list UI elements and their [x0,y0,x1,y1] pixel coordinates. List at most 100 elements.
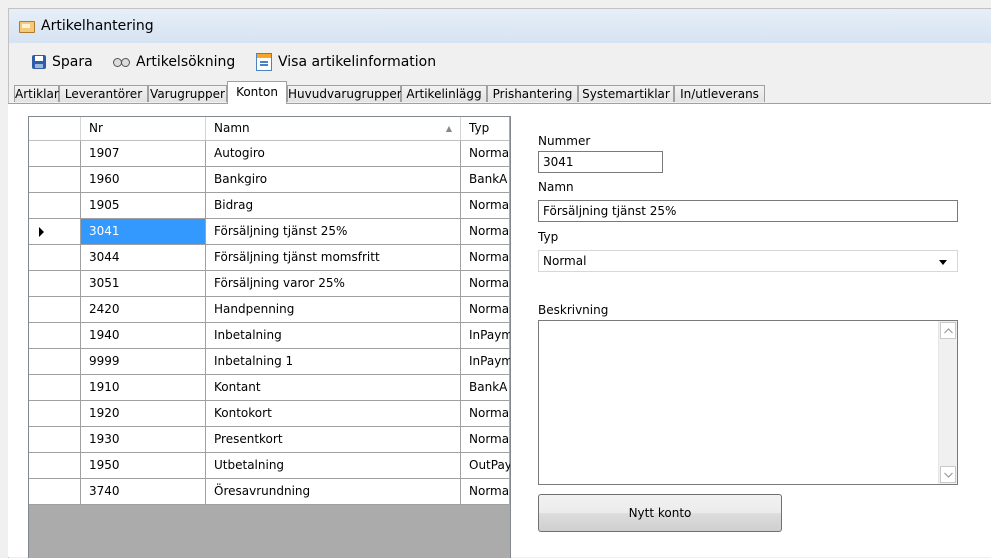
scroll-down-button[interactable] [940,466,956,483]
cell-namn[interactable]: Inbetalning [206,323,461,348]
cell-namn[interactable]: Kontant [206,375,461,400]
table-row[interactable]: 1930 Presentkort Normal [29,427,510,453]
namn-field[interactable] [538,200,958,222]
save-button[interactable]: Spara [32,52,93,72]
tab-artiklar[interactable]: Artiklar [14,85,59,102]
cell-nr[interactable]: 1905 [81,193,206,218]
row-header-cell[interactable] [29,219,81,244]
column-header-namn[interactable]: Namn ▲ [206,117,461,140]
cell-nr[interactable]: 2420 [81,297,206,322]
cell-nr[interactable]: 1920 [81,401,206,426]
cell-namn[interactable]: Handpenning [206,297,461,322]
cell-nr[interactable]: 9999 [81,349,206,374]
cell-nr[interactable]: 3051 [81,271,206,296]
row-header-cell[interactable] [29,479,81,504]
column-header-nr[interactable]: Nr [81,117,206,140]
cell-nr[interactable]: 1907 [81,141,206,166]
namn-label: Namn [538,180,574,194]
cell-namn[interactable]: Utbetalning [206,453,461,478]
article-search-button[interactable]: Artikelsökning [112,52,235,72]
cell-namn[interactable]: Presentkort [206,427,461,452]
cell-typ[interactable]: Normal [461,479,510,504]
description-scrollbar[interactable] [938,321,957,484]
cell-namn[interactable]: Inbetalning 1 [206,349,461,374]
cell-typ[interactable]: Normal [461,245,510,270]
table-row[interactable]: 1960 Bankgiro BankA [29,167,509,193]
tab-konton[interactable]: Konton [227,81,287,104]
cell-nr[interactable]: 1930 [81,427,206,452]
cell-typ[interactable]: Normal [461,271,510,296]
table-row[interactable]: 1910 Kontant BankA [29,375,509,401]
table-row[interactable]: 1940 Inbetalning InPaym [29,323,510,349]
row-header-cell[interactable] [29,349,81,374]
row-header-cell[interactable] [29,193,81,218]
cell-typ[interactable]: Normal [461,193,510,218]
tab-varugrupper[interactable]: Varugrupper [148,85,227,102]
cell-typ[interactable]: Normal [461,427,510,452]
cell-namn[interactable]: Bidrag [206,193,461,218]
show-article-info-button[interactable]: Visa artikelinformation [256,52,436,72]
cell-typ[interactable]: OutPay [461,453,510,478]
cell-namn[interactable]: Kontokort [206,401,461,426]
cell-nr[interactable]: 1940 [81,323,206,348]
tab-in-utleverans[interactable]: In/utleverans [674,85,765,102]
cell-typ[interactable]: Normal [461,297,510,322]
typ-select-value: Normal [543,254,587,268]
table-row[interactable]: 1920 Kontokort Normal [29,401,510,427]
tab-artikelinlagg[interactable]: Artikelinlägg [401,85,487,102]
table-row[interactable]: 3044 Försäljning tjänst momsfritt Normal [29,245,510,271]
tab-huvudvarugrupper[interactable]: Huvudvarugrupper [287,85,402,102]
row-header-cell[interactable] [29,453,81,478]
cell-nr[interactable]: 3740 [81,479,206,504]
cell-typ[interactable]: Normal [461,401,510,426]
cell-nr[interactable]: 1910 [81,375,206,400]
table-row[interactable]: 3041 Försäljning tjänst 25% Normal [29,219,510,245]
table-row[interactable]: 1950 Utbetalning OutPay [29,453,510,479]
cell-nr[interactable]: 1950 [81,453,206,478]
window-title: Artikelhantering [41,18,154,34]
row-header-cell[interactable] [29,167,81,192]
tab-systemartiklar[interactable]: Systemartiklar [578,85,674,102]
cell-typ[interactable]: BankA [461,375,510,400]
cell-nr[interactable]: 3041 [81,219,206,244]
cell-nr[interactable]: 3044 [81,245,206,270]
row-header-cell[interactable] [29,401,81,426]
table-row[interactable]: 1905 Bidrag Normal [29,193,510,219]
new-account-button[interactable]: Nytt konto [538,494,782,532]
row-header-cell[interactable] [29,323,81,348]
cell-typ[interactable]: BankA [461,167,510,192]
tab-leverantorer[interactable]: Leverantörer [59,85,148,102]
chevron-down-icon [944,472,953,478]
column-header-typ[interactable]: Typ [461,117,510,140]
accounts-grid[interactable]: Nr Namn ▲ Typ 1907 Autogiro Normal 1960 Bank… [28,116,511,558]
table-row[interactable]: 9999 Inbetalning 1 InPaym [29,349,510,375]
sort-ascending-icon: ▲ [445,124,452,133]
table-row[interactable]: 3051 Försäljning varor 25% Normal [29,271,510,297]
typ-select[interactable]: Normal [538,250,958,272]
cell-typ[interactable]: InPaym [461,323,510,348]
cell-namn[interactable]: Bankgiro [206,167,461,192]
grid-header: Nr Namn ▲ Typ [29,117,509,141]
row-header-cell[interactable] [29,245,81,270]
row-header-cell[interactable] [29,271,81,296]
cell-namn[interactable]: Försäljning varor 25% [206,271,461,296]
tab-prishantering[interactable]: Prishantering [487,85,578,102]
beskrivning-textarea[interactable] [538,320,958,485]
table-row[interactable]: 1907 Autogiro Normal [29,141,510,167]
table-row[interactable]: 3740 Öresavrundning Normal [29,479,510,505]
row-header-cell[interactable] [29,375,81,400]
cell-nr[interactable]: 1960 [81,167,206,192]
cell-namn[interactable]: Försäljning tjänst momsfritt [206,245,461,270]
cell-typ[interactable]: Normal [461,219,510,244]
nummer-field[interactable] [538,151,663,173]
cell-namn[interactable]: Autogiro [206,141,461,166]
row-header-cell[interactable] [29,297,81,322]
scroll-up-button[interactable] [940,322,956,339]
cell-namn[interactable]: Öresavrundning [206,479,461,504]
row-header-cell[interactable] [29,141,81,166]
cell-typ[interactable]: Normal [461,141,510,166]
cell-typ[interactable]: InPaym [461,349,510,374]
table-row[interactable]: 2420 Handpenning Normal [29,297,510,323]
cell-namn[interactable]: Försäljning tjänst 25% [206,219,461,244]
row-header-cell[interactable] [29,427,81,452]
